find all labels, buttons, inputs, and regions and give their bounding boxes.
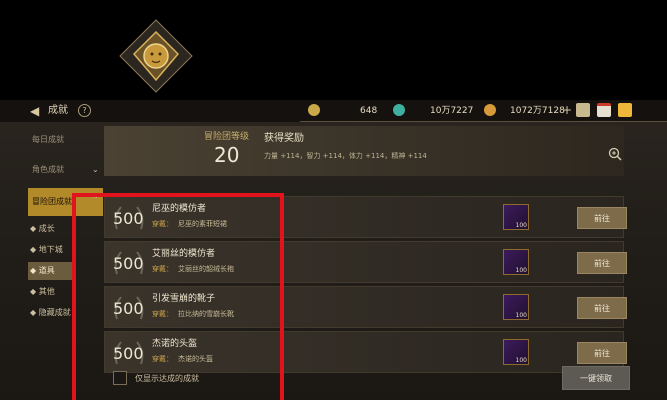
reward-item-icon[interactable]: 100 (503, 204, 529, 230)
mail-icon[interactable] (597, 103, 611, 117)
sidebar-item-hidden[interactable]: ◆ 隐藏成就 (28, 304, 74, 322)
go-button[interactable]: 前往 (577, 342, 627, 364)
currency-1-value: 648 (360, 106, 378, 116)
gold-coin-icon (308, 104, 320, 116)
gold-pouch-icon (484, 104, 496, 116)
level-label: 冒险团等级 (204, 132, 250, 142)
page-title: 成就 (48, 105, 68, 116)
highlight-box (72, 193, 284, 400)
chest-icon[interactable] (576, 103, 590, 117)
claim-all-button[interactable]: 一键领取 (562, 366, 630, 390)
go-button[interactable]: 前往 (577, 297, 627, 319)
reward-title: 获得奖励 (264, 133, 304, 144)
sidebar-item-items[interactable]: ◆ 道具 (28, 262, 74, 280)
top-divider (300, 121, 667, 122)
sidebar-item-dungeon[interactable]: ◆ 地下城 (28, 241, 74, 259)
go-button[interactable]: 前往 (577, 207, 627, 229)
lion-emblem-icon (119, 19, 193, 93)
go-button[interactable]: 前往 (577, 252, 627, 274)
chat-icon[interactable] (618, 103, 632, 117)
reward-item-icon[interactable]: 100 (503, 339, 529, 365)
letterbox-top (0, 0, 667, 100)
reward-attributes: 力量 +114，智力 +114，体力 +114，精神 +114 (264, 152, 427, 160)
crystal-icon (393, 104, 405, 116)
sidebar-item-other[interactable]: ◆ 其他 (28, 283, 74, 301)
reward-item-icon[interactable]: 100 (503, 249, 529, 275)
top-bar: ◀ 成就 ? 648 10万7227 1072万7128 + (0, 100, 667, 122)
back-arrow-icon[interactable]: ◀ (30, 104, 46, 118)
magnify-icon[interactable] (608, 147, 622, 161)
currency-3-value: 1072万7128 (510, 106, 565, 116)
sidebar-item-growth[interactable]: ◆ 成长 (28, 220, 74, 238)
help-icon[interactable]: ? (78, 104, 91, 117)
currency-2-value: 10万7227 (430, 106, 474, 116)
add-currency-button[interactable]: + (560, 103, 574, 117)
level-value: 20 (214, 143, 240, 167)
chevron-down-icon: ⌄ (92, 165, 99, 174)
reward-item-icon[interactable]: 100 (503, 294, 529, 320)
tab-daily[interactable]: 每日成就 (28, 126, 103, 154)
